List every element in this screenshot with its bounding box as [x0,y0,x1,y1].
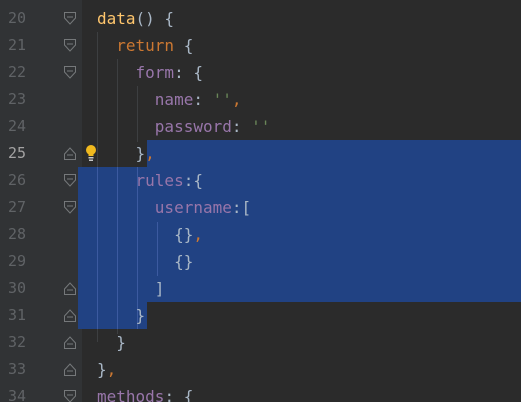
fold-open-icon[interactable] [63,383,77,402]
line-number-current: 25 [7,144,26,162]
fold-open-icon[interactable] [63,59,77,86]
property-name: form [135,63,175,82]
fold-open-icon[interactable] [63,167,77,194]
line-number: 23 [7,90,26,108]
line-number: 32 [7,333,26,351]
code-line-24[interactable]: password: '' [97,113,271,140]
method-name: data [97,9,136,28]
line-number: 21 [7,36,26,54]
line-number: 33 [7,360,26,378]
fold-close-icon[interactable] [63,275,77,302]
fold-open-icon[interactable] [63,194,77,221]
code-editor[interactable]: 20 21 22 23 24 25 26 27 28 29 30 31 32 3… [0,0,521,402]
line-number: 24 [7,117,26,135]
code-line-28[interactable]: {}, [97,221,203,248]
property-name: username [154,198,232,217]
line-number: 31 [7,306,26,324]
lightbulb-icon[interactable] [84,140,98,167]
code-line-23[interactable]: name: '', [97,86,242,113]
line-number: 34 [7,387,26,402]
code-line-26[interactable]: rules:{ [97,167,203,194]
code-line-33[interactable]: }, [97,356,116,383]
code-line-31[interactable]: } [97,302,146,329]
code-line-32[interactable]: } [97,329,126,356]
fold-open-icon[interactable] [63,32,77,59]
selection-highlight [147,140,521,167]
line-number: 22 [7,63,26,81]
line-number: 26 [7,171,26,189]
code-line-34[interactable]: methods: { [97,383,193,402]
fold-close-icon[interactable] [63,140,77,167]
code-line-22[interactable]: form: { [97,59,203,86]
line-number: 29 [7,252,26,270]
fold-close-icon[interactable] [63,302,77,329]
line-number: 30 [7,279,26,297]
code-line-20[interactable]: data() { [97,5,174,32]
property-name: rules [135,171,184,190]
code-line-27[interactable]: username:[ [97,194,251,221]
string-literal: '' [251,117,271,136]
line-number: 20 [7,9,26,27]
property-name: methods [97,387,165,402]
property-name: name [154,90,194,109]
code-line-21[interactable]: return { [97,32,193,59]
fold-close-icon[interactable] [63,356,77,383]
string-literal: '' [212,90,232,109]
code-line-29[interactable]: {} [97,248,193,275]
fold-open-icon[interactable] [63,5,77,32]
line-number: 28 [7,225,26,243]
fold-close-icon[interactable] [63,329,77,356]
property-name: password [154,117,232,136]
code-line-25[interactable]: }, [97,140,155,167]
keyword: return [116,36,175,55]
line-number: 27 [7,198,26,216]
code-line-30[interactable]: ] [97,275,165,302]
